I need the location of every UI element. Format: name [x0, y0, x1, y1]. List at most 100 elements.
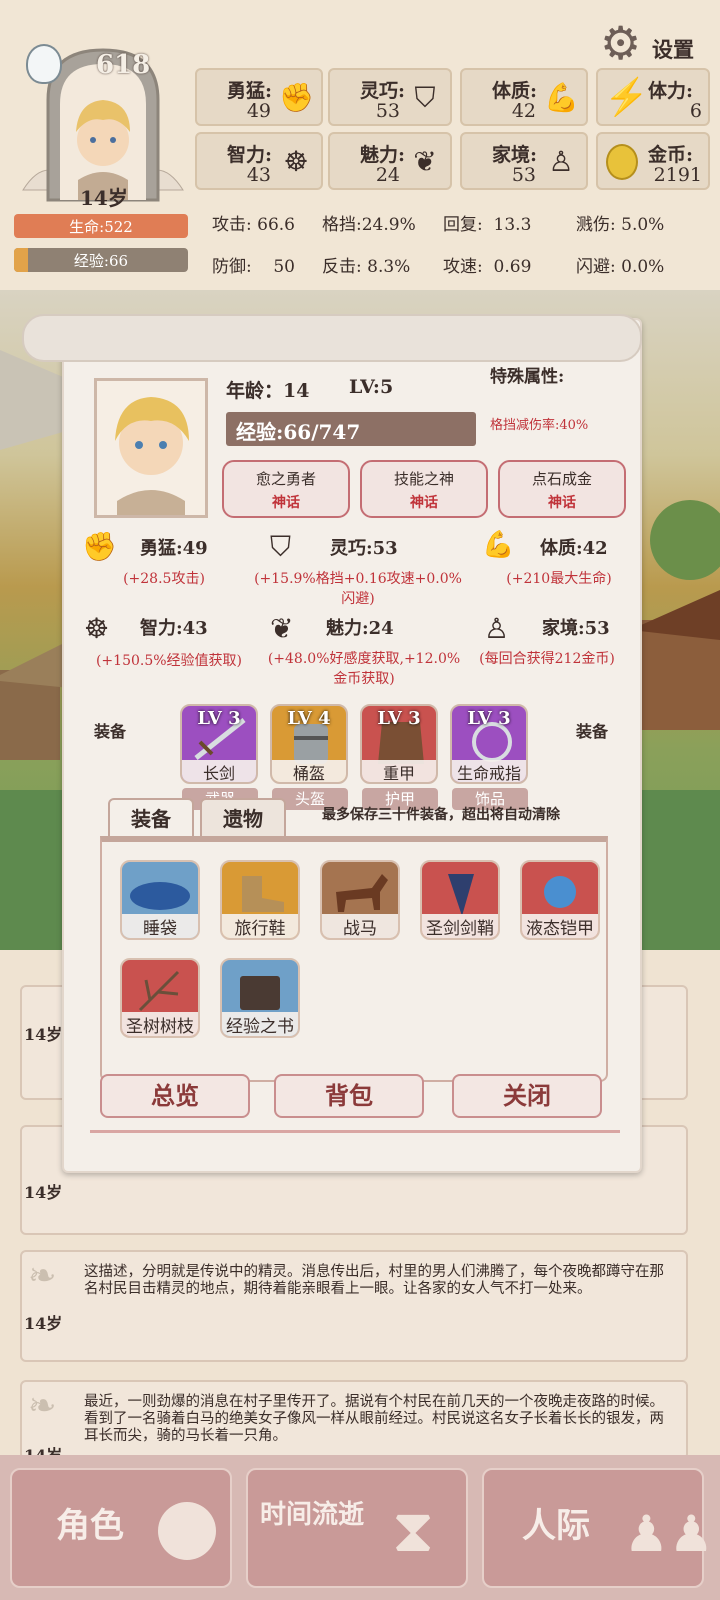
flower-icon: ❦	[270, 612, 294, 645]
combat-label: 攻击:	[212, 215, 252, 235]
bag-button[interactable]: 背包	[274, 1074, 424, 1118]
overview-button[interactable]: 总览	[100, 1074, 250, 1118]
attr-detail-desc: (+28.5攻击)	[123, 571, 205, 587]
title-badge[interactable]: 愈之勇者 神话	[222, 460, 350, 518]
nav-time[interactable]: 时间流逝 ⧗	[246, 1468, 468, 1588]
book-icon	[240, 976, 280, 1010]
sleeping-bag-icon	[130, 882, 190, 910]
attr-name: 智力:	[227, 144, 273, 166]
attr-value: 24	[375, 164, 400, 186]
attr-detail-desc: (+48.0%好感度获取,+12.0%金币获取)	[267, 651, 461, 687]
settings-button[interactable]: ⚙ 设置	[600, 14, 710, 74]
soul-points: 618	[96, 50, 151, 80]
log-text: 这描述，分明就是传说中的精灵。消息传出后，村里的男人们沸腾了，每个夜晚都蹲守在那…	[84, 1264, 664, 1297]
spirit-icon[interactable]	[26, 44, 62, 84]
equip-slot-weapon[interactable]: LV 3 长剑	[180, 704, 258, 784]
flower-icon: ❦	[413, 145, 437, 178]
title-badge[interactable]: 技能之神 神话	[360, 460, 488, 518]
exp-label: 经验:66	[73, 252, 129, 270]
inventory-item[interactable]: 圣树树枝	[120, 958, 200, 1038]
attr-detail-desc: (+150.5%经验值获取)	[95, 653, 243, 669]
coin-icon	[606, 144, 638, 180]
arm-icon: 💪	[544, 81, 579, 114]
log-age: 14岁	[24, 1025, 63, 1044]
boot-icon	[242, 876, 284, 912]
combat-label: 格挡:	[322, 215, 362, 235]
combat-stat: 溅伤: 5.0%	[576, 210, 664, 235]
inventory-item[interactable]: 圣剑剑鞘	[420, 860, 500, 940]
attr-box-bravery[interactable]: 勇猛: 49 ✊	[195, 68, 323, 126]
log-entry[interactable]: ❧ 14岁 这描述，分明就是传说中的精灵。消息传出后，村里的男人们沸腾了，每个夜…	[20, 1250, 688, 1362]
age-line: 年龄：14	[226, 380, 310, 402]
branch-icon	[138, 970, 180, 1012]
character-portrait	[94, 378, 208, 518]
hp-bar: 生命:522	[14, 214, 188, 238]
close-button[interactable]: 关闭	[452, 1074, 602, 1118]
title-rank: 神话	[410, 495, 438, 511]
attr-box-dexterity[interactable]: 灵巧: 53 ⛉	[328, 68, 452, 126]
tab-relics[interactable]: 遗物	[200, 798, 286, 838]
equip-level: LV 3	[467, 708, 511, 729]
attr-name: 体质:	[492, 80, 538, 102]
attr-detail-title: 勇猛:49	[140, 538, 208, 559]
level-label: LV:5	[349, 376, 394, 398]
attr-box-family[interactable]: 家境: 53 ♙	[460, 132, 588, 190]
combat-stat: 格挡:24.9%	[322, 210, 416, 235]
equip-slot-armor[interactable]: LV 3 重甲	[360, 704, 438, 784]
attr-box-constitution[interactable]: 体质: 42 💪	[460, 68, 588, 126]
settings-label: 设置	[652, 37, 694, 62]
attr-name: 勇猛:	[227, 80, 273, 102]
tab-equipment[interactable]: 装备	[108, 798, 194, 838]
special-value: 格挡减伤率:40%	[490, 418, 589, 433]
hourglass-icon: ⧗	[392, 1496, 435, 1566]
gold-label: 金币:	[648, 144, 694, 166]
nav-label: 人际	[522, 1506, 590, 1546]
nav-social[interactable]: 人际 ♟♟	[482, 1468, 714, 1588]
inventory-item[interactable]: 战马	[320, 860, 400, 940]
attr-box-charm[interactable]: 魅力: 24 ❦	[328, 132, 452, 190]
nav-character[interactable]: 角色	[10, 1468, 232, 1588]
combat-label: 闪避:	[576, 257, 616, 277]
combat-value: 66.6	[257, 215, 295, 235]
combat-value: 0.69	[493, 257, 532, 277]
title-badge[interactable]: 点石成金 神话	[498, 460, 626, 518]
inventory-item[interactable]: 液态铠甲	[520, 860, 600, 940]
scabbard-icon	[448, 874, 474, 916]
wealth-icon: ♙	[548, 145, 574, 178]
title-name: 技能之神	[393, 470, 454, 488]
item-name: 战马	[322, 914, 398, 938]
stamina-box[interactable]: ⚡ 体力: 6	[596, 68, 710, 126]
combat-value: 50	[273, 257, 295, 277]
attr-value: 53	[375, 100, 400, 122]
inventory-item[interactable]: 旅行鞋	[220, 860, 300, 940]
equip-name: 生命戒指	[452, 760, 526, 782]
combat-stat: 反击: 8.3%	[322, 252, 410, 277]
attr-box-intelligence[interactable]: 智力: 43 ☸	[195, 132, 323, 190]
item-name: 液态铠甲	[522, 914, 598, 938]
combat-value: 8.3%	[367, 257, 411, 277]
fist-icon: ✊	[82, 530, 117, 563]
attr-detail-title: 智力:43	[140, 618, 208, 639]
brain-icon: ☸	[283, 145, 309, 178]
gold-box[interactable]: 金币: 2191	[596, 132, 710, 190]
nav-label: 角色	[56, 1506, 124, 1546]
arm-icon: 💪	[482, 530, 515, 560]
attr-detail-title: 体质:42	[540, 538, 608, 559]
equip-slot-helmet[interactable]: LV 4 桶盔	[270, 704, 348, 784]
ribbon-divider	[90, 1130, 620, 1133]
log-age: 14岁	[24, 1314, 63, 1333]
equip-name: 桶盔	[272, 760, 346, 782]
equip-name: 重甲	[362, 760, 436, 782]
combat-value: 0.0%	[621, 257, 665, 277]
log-entry[interactable]: ❧ 14岁 最近，一则劲爆的消息在村子里传开了。据说有个村民在前几天的一个夜晚走…	[20, 1380, 688, 1460]
attr-value: 49	[246, 100, 271, 122]
inventory-item[interactable]: 经验之书	[220, 958, 300, 1038]
attr-name: 家境:	[492, 144, 538, 166]
liquid-armor-icon	[544, 876, 576, 908]
equip-slot-accessory[interactable]: LV 3 生命戒指	[450, 704, 528, 784]
attr-detail-desc: (+210最大生命)	[506, 571, 612, 587]
inventory-item[interactable]: 睡袋	[120, 860, 200, 940]
combat-value: 5.0%	[621, 215, 665, 235]
status-header: 618 14岁 生命:522 经验:66 ⚙ 设置 勇猛: 49 ✊ 灵巧: 53 ⛉ …	[0, 0, 720, 290]
equip-label-left: 装备	[94, 722, 127, 741]
